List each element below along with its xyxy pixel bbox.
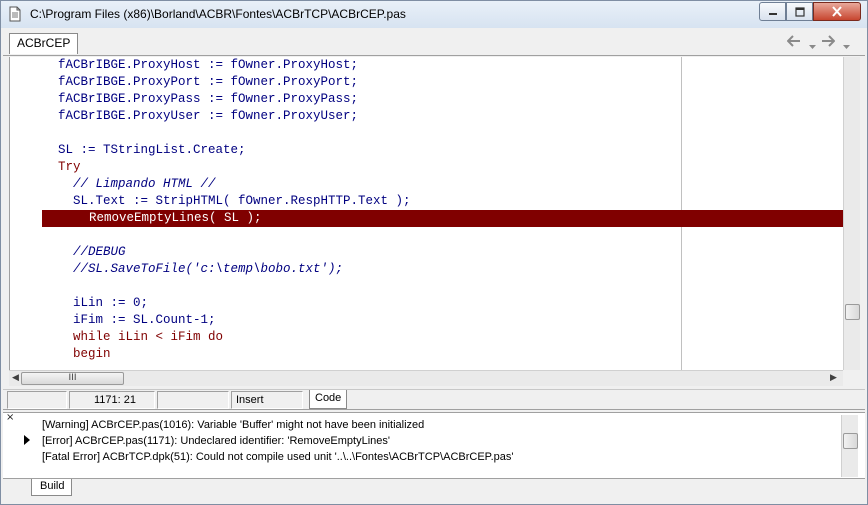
code-line[interactable]: //SL.SaveToFile('c:\temp\bobo.txt');: [10, 261, 843, 278]
code-line[interactable]: iFim := SL.Count-1;: [10, 312, 843, 329]
code-line-text: while iLin < iFim do: [58, 330, 224, 344]
code-line[interactable]: Try: [10, 159, 843, 176]
close-button[interactable]: [813, 2, 861, 21]
code-line[interactable]: // Limpando HTML //: [10, 176, 843, 193]
status-blank: [157, 391, 229, 409]
code-line[interactable]: iLin := 0;: [10, 295, 843, 312]
message-item[interactable]: [Warning] ACBrCEP.pas(1016): Variable 'B…: [42, 418, 424, 432]
window-title: C:\Program Files (x86)\Borland\ACBR\Font…: [30, 7, 406, 21]
minimize-button[interactable]: [759, 2, 786, 21]
code-line[interactable]: fACBrIBGE.ProxyHost := fOwner.ProxyHost;: [10, 57, 843, 74]
code-line-text: fACBrIBGE.ProxyPass := fOwner.ProxyPass;: [58, 92, 359, 106]
code-line-text: fACBrIBGE.ProxyHost := fOwner.ProxyHost;: [58, 58, 359, 72]
code-line[interactable]: //DEBUG: [10, 244, 843, 261]
code-line[interactable]: SL.Text := StripHTML( fOwner.RespHTTP.Te…: [10, 193, 843, 210]
code-line[interactable]: [10, 227, 843, 244]
code-editor[interactable]: fACBrIBGE.ProxyHost := fOwner.ProxyHost;…: [9, 57, 843, 370]
editor-horizontal-scrollbar[interactable]: ◀ III ▶: [9, 370, 843, 386]
scroll-left-icon[interactable]: ◀: [12, 373, 19, 383]
title-bar: C:\Program Files (x86)\Borland\ACBR\Font…: [1, 1, 867, 28]
code-line-text: iLin := 0;: [58, 296, 149, 310]
error-line[interactable]: RemoveEmptyLines( SL );: [42, 210, 843, 227]
file-icon: [9, 6, 21, 22]
code-line-text: // Limpando HTML //: [58, 177, 216, 191]
scroll-right-icon[interactable]: ▶: [830, 373, 837, 383]
editor-tab-bar: ACBrCEP: [3, 30, 865, 56]
minimize-icon: [768, 12, 777, 15]
tab-build[interactable]: Build: [31, 479, 73, 496]
code-line-text: //DEBUG: [58, 245, 126, 259]
close-icon: [832, 6, 842, 17]
forward-arrow-icon[interactable]: [821, 35, 836, 50]
tab-acbrcep[interactable]: ACBrCEP: [9, 33, 79, 54]
status-modified: [7, 391, 67, 409]
code-line-text: fACBrIBGE.ProxyPort := fOwner.ProxyPort;: [58, 75, 359, 89]
code-line-text: RemoveEmptyLines( SL );: [74, 211, 262, 225]
message-panel: × [Warning] ACBrCEP.pas(1016): Variable …: [3, 412, 865, 478]
code-line[interactable]: begin: [10, 346, 843, 363]
code-line[interactable]: fACBrIBGE.ProxyPass := fOwner.ProxyPass;: [10, 91, 843, 108]
message-item[interactable]: [Error] ACBrCEP.pas(1171): Undeclared id…: [42, 434, 390, 448]
ide-window: C:\Program Files (x86)\Borland\ACBR\Font…: [0, 0, 868, 505]
back-arrow-icon[interactable]: [786, 35, 801, 50]
messages-vscroll-thumb[interactable]: [843, 433, 858, 449]
maximize-icon: [794, 6, 805, 17]
insert-mode: Insert: [231, 391, 303, 409]
editor-vscroll-thumb[interactable]: [845, 304, 860, 320]
code-line-text: SL.Text := StripHTML( fOwner.RespHTTP.Te…: [58, 194, 411, 208]
tab-code[interactable]: Code: [309, 390, 347, 409]
code-line-text: Try: [58, 160, 81, 174]
code-line[interactable]: fACBrIBGE.ProxyPort := fOwner.ProxyPort;: [10, 74, 843, 91]
forward-dropdown-icon[interactable]: [843, 39, 850, 53]
code-line-text: iFim := SL.Count-1;: [58, 313, 216, 327]
editor-hscroll-thumb[interactable]: III: [21, 372, 124, 385]
cursor-position: 1171: 21: [69, 391, 155, 409]
editor-status-bar: 1171: 21 Insert Code: [3, 389, 865, 410]
code-line-text: //SL.SaveToFile('c:\temp\bobo.txt');: [58, 262, 344, 276]
current-message-arrow-icon: [24, 435, 30, 445]
maximize-button[interactable]: [786, 2, 813, 21]
message-item[interactable]: [Fatal Error] ACBrTCP.dpk(51): Could not…: [42, 450, 513, 464]
close-icon[interactable]: ×: [6, 413, 14, 423]
messages-vertical-scrollbar[interactable]: [841, 415, 858, 477]
code-line-text: begin: [58, 347, 111, 361]
code-line-text: SL := TStringList.Create;: [58, 143, 246, 157]
editor-vertical-scrollbar[interactable]: [843, 57, 860, 370]
code-line[interactable]: fACBrIBGE.ProxyUser := fOwner.ProxyUser;: [10, 108, 843, 125]
code-line[interactable]: while iLin < iFim do: [10, 329, 843, 346]
message-tabs: Build: [3, 478, 865, 504]
code-line[interactable]: [10, 125, 843, 142]
back-dropdown-icon[interactable]: [809, 39, 816, 53]
code-line[interactable]: [10, 278, 843, 295]
code-line-text: fACBrIBGE.ProxyUser := fOwner.ProxyUser;: [58, 109, 359, 123]
code-line[interactable]: SL := TStringList.Create;: [10, 142, 843, 159]
